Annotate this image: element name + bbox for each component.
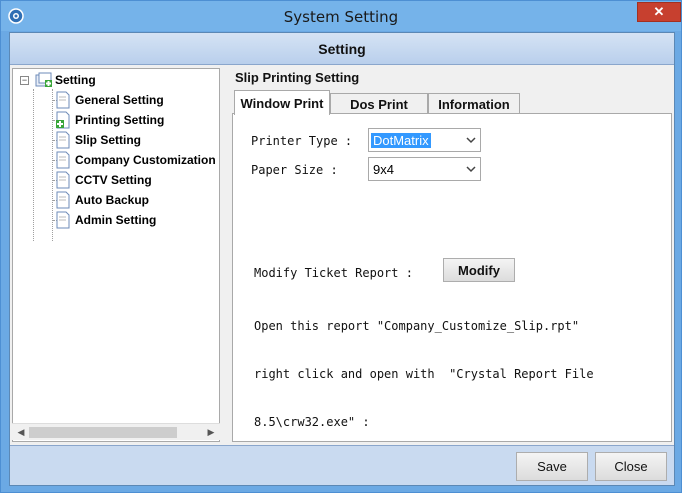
chevron-down-icon — [466, 137, 476, 144]
tab-strip: Window Print Dos Print Information — [232, 90, 672, 115]
tree-label: General Setting — [75, 93, 164, 107]
window-close-button[interactable]: ✕ — [637, 2, 681, 22]
modify-ticket-label: Modify Ticket Report : — [254, 266, 413, 280]
document-icon — [56, 151, 70, 169]
tab-dos-print[interactable]: Dos Print — [330, 93, 428, 114]
document-icon — [56, 191, 70, 209]
tree-label: Company Customization — [75, 153, 216, 167]
tree-label: Slip Setting — [75, 133, 141, 147]
tree-node-slip-setting[interactable]: Slip Setting — [55, 130, 141, 150]
modify-button[interactable]: Modify — [443, 258, 515, 282]
tree-node-printing-setting[interactable]: Printing Setting — [55, 110, 164, 130]
tree-node-company-customization[interactable]: Company Customization — [55, 150, 216, 170]
report-instructions: Open this report "Company_Customize_Slip… — [254, 286, 594, 462]
client-area: Setting − Setting General Setting Printi… — [9, 32, 675, 486]
scroll-right-icon[interactable]: ▶ — [204, 426, 218, 439]
tree-node-admin-setting[interactable]: Admin Setting — [55, 210, 156, 230]
title-bar[interactable]: System Setting ✕ — [1, 1, 681, 31]
tree-node-setting[interactable]: − Setting — [13, 70, 96, 90]
folder-icon — [35, 72, 52, 87]
printer-type-select[interactable]: DotMatrix — [368, 128, 481, 152]
settings-tree[interactable]: − Setting General Setting Printing Setti… — [12, 68, 220, 442]
instruction-line: Open this report "Company_Customize_Slip… — [254, 319, 580, 333]
document-icon — [56, 91, 70, 109]
tab-window-print[interactable]: Window Print — [234, 90, 330, 115]
instruction-line: right click and open with "Crystal Repor… — [254, 367, 594, 381]
tree-node-cctv-setting[interactable]: CCTV Setting — [55, 170, 152, 190]
tree-node-auto-backup[interactable]: Auto Backup — [55, 190, 149, 210]
instruction-line: 8.5\crw32.exe" : — [254, 415, 370, 429]
document-icon — [56, 211, 70, 229]
tree-label-setting: Setting — [55, 73, 96, 87]
tree-node-general-setting[interactable]: General Setting — [55, 90, 164, 110]
header-title: Setting — [318, 41, 366, 57]
tree-label: Admin Setting — [75, 213, 157, 227]
document-icon — [56, 131, 70, 149]
paper-size-value: 9x4 — [373, 161, 394, 177]
window-print-panel: Printer Type : DotMatrix Paper Size : 9x… — [232, 113, 672, 442]
tree-horizontal-scrollbar[interactable]: ◀ ▶ — [12, 423, 220, 440]
paper-size-label: Paper Size : — [251, 163, 338, 177]
close-button[interactable]: Close — [595, 452, 667, 481]
tree-label: Auto Backup — [75, 193, 150, 207]
scroll-thumb[interactable] — [29, 427, 177, 438]
chevron-down-icon — [466, 166, 476, 173]
footer-bar: Save Close — [10, 445, 674, 485]
section-title: Slip Printing Setting — [235, 70, 360, 85]
document-icon — [56, 171, 70, 189]
header-bar: Setting — [10, 33, 674, 65]
system-setting-window: System Setting ✕ Setting − Setting Gener… — [0, 0, 682, 493]
printer-type-label: Printer Type : — [251, 134, 353, 148]
save-button[interactable]: Save — [516, 452, 588, 481]
tree-label: Printing Setting — [75, 113, 165, 127]
tree-connector — [52, 89, 53, 241]
tab-information[interactable]: Information — [428, 93, 520, 114]
paper-size-select[interactable]: 9x4 — [368, 157, 481, 181]
printer-type-value: DotMatrix — [371, 132, 431, 148]
collapse-icon[interactable]: − — [20, 76, 29, 85]
document-add-icon — [56, 111, 70, 129]
tree-connector — [33, 89, 34, 241]
scroll-left-icon[interactable]: ◀ — [14, 426, 28, 439]
slip-printing-panel: Slip Printing Setting Window Print Dos P… — [232, 68, 672, 442]
close-icon: ✕ — [653, 4, 665, 19]
window-title: System Setting — [283, 8, 399, 26]
tree-label: CCTV Setting — [75, 173, 152, 187]
